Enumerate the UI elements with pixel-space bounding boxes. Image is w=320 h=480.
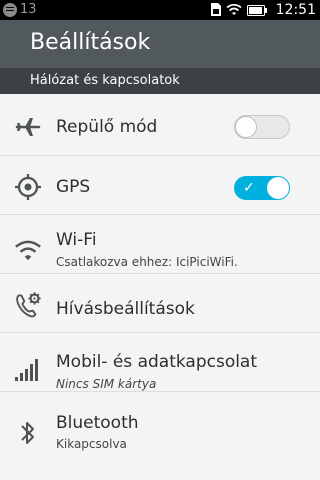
wifi-icon xyxy=(14,236,42,264)
call-settings-label: Hívásbeállítások xyxy=(56,299,195,319)
setting-airplane-mode[interactable]: Repülő mód xyxy=(0,98,320,156)
signal-icon xyxy=(14,355,42,383)
bluetooth-icon xyxy=(14,419,42,447)
call-settings-icon xyxy=(14,291,42,319)
status-right: 12:51 xyxy=(210,0,316,20)
wifi-status: Csatlakozva ehhez: IciPiciWiFi. xyxy=(56,255,238,269)
status-left: 13 xyxy=(3,2,37,18)
toggle-knob xyxy=(267,177,289,199)
setting-bluetooth[interactable]: Bluetooth Kikapcsolva xyxy=(0,393,320,451)
sim-icon xyxy=(210,1,221,20)
status-bar: 13 12:51 xyxy=(0,0,320,20)
bluetooth-status: Kikapcsolva xyxy=(56,437,127,451)
check-icon: ✓ xyxy=(243,180,255,196)
gps-label: GPS xyxy=(56,177,91,197)
gps-toggle[interactable]: ✓ xyxy=(234,176,290,200)
header: Beállítások xyxy=(0,20,320,68)
airplane-icon xyxy=(14,113,42,141)
setting-gps[interactable]: GPS ✓ xyxy=(0,157,320,215)
mobile-data-status: Nincs SIM kártya xyxy=(56,377,157,391)
setting-call-settings[interactable]: Hívásbeállítások xyxy=(0,275,320,333)
toggle-knob xyxy=(235,116,257,138)
notification-count: 13 xyxy=(20,2,37,17)
wifi-label: Wi-Fi xyxy=(56,230,97,250)
wifi-status-icon xyxy=(226,1,242,20)
section-header: Hálózat és kapcsolatok xyxy=(0,68,320,94)
page-title: Beállítások xyxy=(30,30,151,55)
mobile-data-label: Mobil- és adatkapcsolat xyxy=(56,352,258,372)
gps-icon xyxy=(14,173,42,201)
notification-icon xyxy=(3,3,17,17)
section-title: Hálózat és kapcsolatok xyxy=(30,73,180,88)
airplane-mode-label: Repülő mód xyxy=(56,117,158,137)
airplane-mode-toggle[interactable] xyxy=(234,115,290,139)
setting-mobile-data[interactable]: Mobil- és adatkapcsolat Nincs SIM kártya xyxy=(0,334,320,392)
battery-icon xyxy=(246,1,267,20)
bluetooth-label: Bluetooth xyxy=(56,413,139,433)
clock: 12:51 xyxy=(275,2,316,18)
setting-wifi[interactable]: Wi-Fi Csatlakozva ehhez: IciPiciWiFi. xyxy=(0,216,320,274)
